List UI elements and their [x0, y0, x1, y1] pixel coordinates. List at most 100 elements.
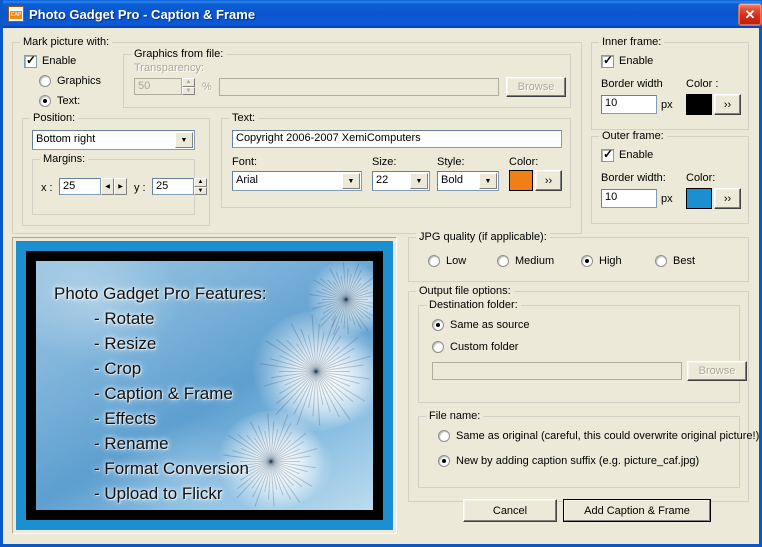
inner-frame-px-label: px	[661, 99, 673, 111]
app-window: CAP Photo Gadget Pro - Caption & Frame ✕…	[0, 0, 762, 547]
spinner-left-icon[interactable]: ◀	[101, 178, 114, 195]
destination-folder-group: Destination folder: Same as source Custo…	[418, 305, 740, 403]
inner-frame-color-swatch[interactable]	[686, 94, 712, 115]
mark-picture-enable-checkbox[interactable]: ✓	[24, 55, 37, 68]
margin-x-label: x :	[41, 182, 53, 194]
jpg-quality-group-label: JPG quality (if applicable):	[416, 231, 550, 243]
preview-line-6: - Rename	[94, 434, 169, 454]
chevron-down-icon[interactable]: ▼	[342, 173, 360, 189]
cancel-button[interactable]: Cancel	[463, 499, 557, 522]
jpg-quality-label-medium: Medium	[515, 255, 554, 267]
destination-folder-group-label: Destination folder:	[426, 299, 521, 311]
check-icon: ✓	[26, 54, 36, 67]
file-name-same-as-original-label: Same as original (careful, this could ov…	[456, 430, 759, 442]
inner-frame-border-width-input[interactable]: 10	[601, 95, 657, 114]
mode-graphics-radio[interactable]	[39, 75, 51, 87]
destination-custom-folder-radio[interactable]	[432, 341, 444, 353]
outer-frame-enable-checkbox[interactable]: ✓	[601, 149, 614, 162]
style-select[interactable]: Bold ▼	[437, 171, 499, 191]
caption-text-input[interactable]: Copyright 2006-2007 XemiComputers	[232, 130, 562, 148]
jpg-quality-radio-medium[interactable]	[497, 255, 509, 267]
text-group-label: Text:	[229, 112, 258, 124]
graphics-browse-button[interactable]: Browse	[506, 77, 566, 97]
position-group: Position: Bottom right ▼ Margins: x : 25…	[22, 118, 210, 226]
destination-custom-folder-label: Custom folder	[450, 341, 518, 353]
inner-frame-color-more-button[interactable]: ››	[714, 94, 741, 115]
margin-y-spinner[interactable]: ▲ ▼	[194, 178, 207, 195]
graphics-from-file-group-label: Graphics from file:	[131, 48, 226, 60]
close-icon[interactable]: ✕	[738, 3, 762, 26]
transparency-input[interactable]: 50	[134, 78, 182, 95]
jpg-quality-label-low: Low	[446, 255, 466, 267]
position-select[interactable]: Bottom right ▼	[32, 130, 195, 150]
transparency-label: Transparency:	[134, 62, 204, 74]
preview-line-1: - Rotate	[94, 309, 154, 329]
outer-frame-group: Outer frame: ✓ Enable Border width: 10 p…	[591, 136, 749, 224]
font-select[interactable]: Arial ▼	[232, 171, 362, 191]
spinner-down-icon[interactable]: ▼	[182, 87, 195, 96]
graphics-path-input[interactable]	[219, 78, 499, 96]
margin-y-input[interactable]: 25	[152, 178, 194, 195]
mark-picture-enable-label: Enable	[42, 55, 76, 67]
inner-frame-enable-checkbox[interactable]: ✓	[601, 55, 614, 68]
margins-group-label: Margins:	[40, 153, 88, 165]
preview-line-8: - Upload to Flickr	[94, 484, 222, 504]
text-color-label: Color:	[509, 156, 538, 168]
outer-frame-border-width-input[interactable]: 10	[601, 189, 657, 208]
mark-picture-group: Mark picture with: ✓ Enable Graphics Tex…	[12, 42, 582, 234]
jpg-quality-radio-high[interactable]	[581, 255, 593, 267]
destination-same-as-source-label: Same as source	[450, 319, 529, 331]
jpg-quality-radio-low[interactable]	[428, 255, 440, 267]
text-color-swatch[interactable]	[509, 170, 533, 191]
size-select[interactable]: 22 ▼	[372, 171, 430, 191]
spinner-right-icon[interactable]: ▶	[114, 178, 127, 195]
chevron-down-icon[interactable]: ▼	[175, 132, 193, 148]
position-select-value: Bottom right	[36, 133, 95, 145]
outer-frame-group-label: Outer frame:	[599, 130, 667, 142]
margins-group: Margins: x : 25 ◀ ▶ y : 25 ▲ ▼	[32, 159, 195, 215]
destination-same-as-source-radio[interactable]	[432, 319, 444, 331]
chevron-down-icon[interactable]: ▼	[479, 173, 497, 189]
radio-dot-icon	[436, 323, 440, 327]
size-label: Size:	[372, 156, 396, 168]
style-label: Style:	[437, 156, 465, 168]
inner-frame-group: Inner frame: ✓ Enable Border width 10 px…	[591, 42, 749, 130]
title-bar[interactable]: CAP Photo Gadget Pro - Caption & Frame ✕	[3, 0, 762, 28]
transparency-percent-label: %	[202, 81, 212, 93]
preview-line-7: - Format Conversion	[94, 459, 249, 479]
file-name-new-suffix-radio[interactable]	[438, 455, 450, 467]
radio-dot-icon	[442, 459, 446, 463]
outer-frame-color-swatch[interactable]	[686, 188, 712, 209]
file-name-same-as-original-radio[interactable]	[438, 430, 450, 442]
spinner-up-icon[interactable]: ▲	[182, 78, 195, 87]
inner-frame-enable-label: Enable	[619, 55, 653, 67]
destination-path-input[interactable]	[432, 362, 682, 380]
font-select-value: Arial	[236, 174, 258, 186]
preview-line-5: - Effects	[94, 409, 156, 429]
margin-x-input[interactable]: 25	[59, 178, 101, 195]
outer-frame-enable-label: Enable	[619, 149, 653, 161]
spinner-up-icon[interactable]: ▲	[194, 178, 207, 187]
preview-panel: Photo Gadget Pro Features: - Rotate - Re…	[12, 237, 397, 534]
font-label: Font:	[232, 156, 257, 168]
outer-frame-color-more-button[interactable]: ››	[714, 188, 741, 209]
outer-frame-color-label: Color:	[686, 172, 715, 184]
jpg-quality-radio-best[interactable]	[655, 255, 667, 267]
output-file-options-group: Output file options: Destination folder:…	[408, 291, 749, 502]
preview-line-0: Photo Gadget Pro Features:	[54, 284, 267, 304]
margin-x-spinner[interactable]: ◀ ▶	[101, 178, 127, 195]
mode-text-radio[interactable]	[39, 95, 51, 107]
style-select-value: Bold	[441, 174, 463, 186]
text-group: Text: Copyright 2006-2007 XemiComputers …	[221, 118, 571, 208]
text-color-more-button[interactable]: ››	[535, 170, 562, 191]
add-caption-frame-button[interactable]: Add Caption & Frame	[563, 499, 711, 522]
outer-frame-px-label: px	[661, 193, 673, 205]
file-name-group: File name: Same as original (careful, th…	[418, 416, 740, 488]
transparency-spinner[interactable]: ▲ ▼	[182, 78, 195, 95]
preview-line-3: - Crop	[94, 359, 141, 379]
file-name-group-label: File name:	[426, 410, 483, 422]
preview-line-2: - Resize	[94, 334, 156, 354]
chevron-down-icon[interactable]: ▼	[410, 173, 428, 189]
destination-browse-button[interactable]: Browse	[687, 361, 747, 381]
spinner-down-icon[interactable]: ▼	[194, 187, 207, 196]
